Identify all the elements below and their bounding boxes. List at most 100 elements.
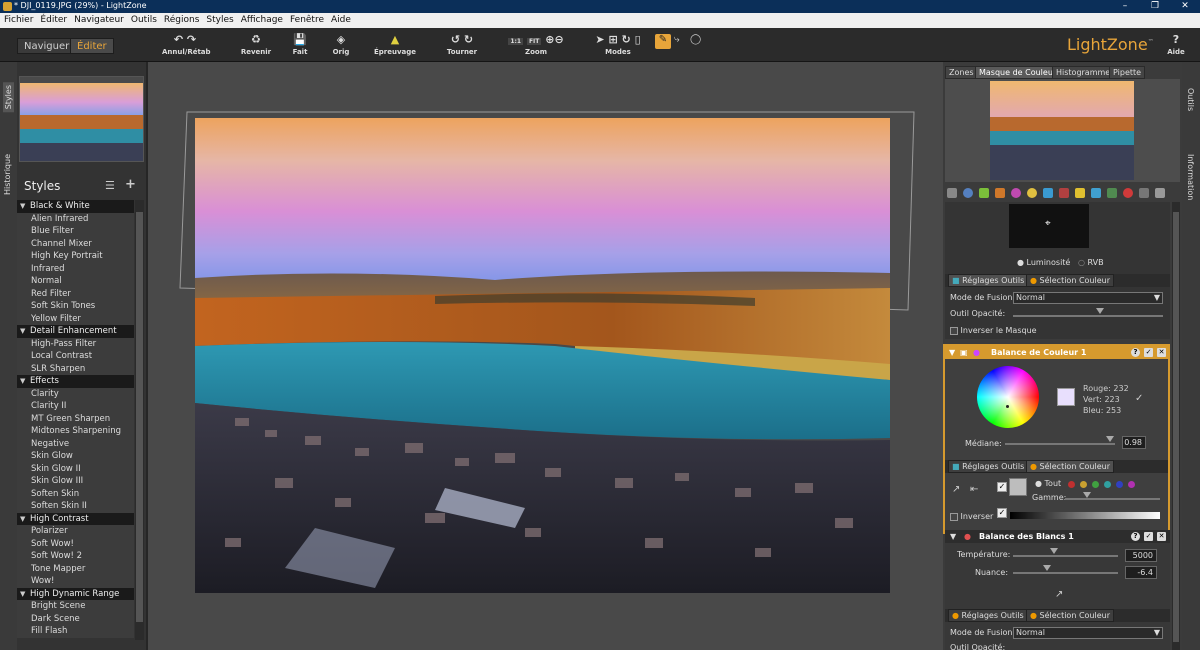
tint-value[interactable]: -6.4 [1125, 566, 1157, 579]
median-slider-knob[interactable] [1106, 436, 1114, 442]
style-item[interactable]: Infrared [17, 262, 134, 275]
tint-slider[interactable] [1013, 572, 1118, 574]
edit-mode-button[interactable]: Éditer [70, 38, 114, 54]
help-icon[interactable]: ? [1131, 348, 1140, 357]
style-item[interactable]: Midtones Sharpening [17, 425, 134, 438]
luminosity-radio[interactable]: ● [1017, 258, 1024, 267]
tab-color-selection[interactable]: ● Sélection Couleur [1026, 460, 1114, 473]
gamma-slider-knob[interactable] [1083, 492, 1091, 498]
tab-pipette[interactable]: Pipette [1109, 66, 1146, 79]
region-tool-icon[interactable]: ▯ [635, 33, 641, 46]
style-item[interactable]: Channel Mixer [17, 237, 134, 250]
blue-dot-icon[interactable] [1116, 481, 1123, 488]
undo-redo-button[interactable]: ↶ ↷ Annul/Rétab [162, 32, 211, 56]
freehand-region-icon[interactable]: ◯ [690, 34, 704, 49]
style-item[interactable]: Skin Glow [17, 450, 134, 463]
tool-noise-icon[interactable] [1107, 188, 1117, 198]
zoom-1-1-button[interactable]: 1:1 [508, 38, 524, 45]
minimize-button[interactable]: – [1110, 0, 1140, 13]
enable-checkbox[interactable]: ✓ [1144, 348, 1153, 357]
color-wheel[interactable] [977, 366, 1039, 428]
style-item[interactable]: Wow! [17, 575, 134, 588]
remove-tool-icon[interactable]: ✕ [1157, 348, 1166, 357]
style-group-header[interactable]: ▼ Black & White [17, 200, 134, 213]
tool-redeye-icon[interactable] [1123, 188, 1133, 198]
style-item[interactable]: Local Contrast [17, 350, 134, 363]
color-wheel-marker[interactable] [1006, 405, 1009, 408]
style-item[interactable]: Soft Skin Tones [17, 300, 134, 313]
tool-rgb-icon[interactable] [1059, 188, 1069, 198]
tool-triangle-icon[interactable] [979, 188, 989, 198]
rotate-tool-icon[interactable]: ↻ [622, 33, 631, 46]
tools-scrollbar[interactable] [1172, 202, 1180, 650]
style-item[interactable]: Blue Filter [17, 225, 134, 238]
tab-tool-settings[interactable]: ■ Réglages Outils [948, 274, 1029, 287]
tool-filter-icon[interactable] [1075, 188, 1085, 198]
luminosity-range-bar[interactable] [1010, 512, 1160, 519]
opacity-slider-knob[interactable] [1096, 308, 1104, 314]
done-button[interactable]: 💾 Fait [288, 32, 312, 56]
style-item[interactable]: MT Green Sharpen [17, 412, 134, 425]
luminosity-preview[interactable]: ⌖ [1009, 204, 1089, 248]
styles-scrollbar[interactable] [135, 200, 144, 640]
tab-color-selection[interactable]: ● Sélection Couleur [1026, 274, 1114, 287]
menu-fichier[interactable]: Fichier [0, 13, 36, 25]
zoom-fit-button[interactable]: FIT [526, 38, 542, 45]
menu-outils[interactable]: Outils [127, 13, 160, 25]
temperature-slider[interactable] [1013, 555, 1118, 557]
tab-tool-settings[interactable]: ■ Réglages Outils [948, 460, 1029, 473]
style-item[interactable]: Tone Mapper [17, 562, 134, 575]
edited-photo[interactable] [195, 118, 890, 593]
color-balance-header[interactable]: ▼ ▣ ● Balance de Couleur 1 ? ✓ ✕ [945, 346, 1168, 359]
style-group-header[interactable]: ▼ High Dynamic Range [17, 587, 134, 600]
style-group-header[interactable]: ▼ Detail Enhancement [17, 325, 134, 338]
help-icon[interactable]: ? [1131, 532, 1140, 541]
style-item[interactable]: High Key Portrait [17, 250, 134, 263]
blend-mode-select[interactable]: Normal ▼ [1013, 292, 1163, 304]
image-canvas[interactable] [148, 62, 943, 650]
menu-editer[interactable]: Éditer [36, 13, 70, 25]
style-item[interactable]: Skin Glow III [17, 475, 134, 488]
temperature-slider-knob[interactable] [1050, 548, 1058, 554]
tool-tone-icon[interactable] [995, 188, 1005, 198]
cyan-dot-icon[interactable] [1104, 481, 1111, 488]
style-item[interactable]: Polarizer [17, 525, 134, 538]
tool-channel-icon[interactable] [1043, 188, 1053, 198]
tab-color-selection[interactable]: ● Sélection Couleur [1026, 609, 1114, 622]
rotate-button[interactable]: ↺ ↻ Tourner [442, 32, 482, 56]
style-item[interactable]: Normal [17, 275, 134, 288]
zoom-out-icon[interactable]: ⊖ [554, 33, 563, 46]
yellow-dot-icon[interactable] [1080, 481, 1087, 488]
style-item[interactable]: High-Pass Filter [17, 337, 134, 350]
close-window-button[interactable]: ✕ [1170, 0, 1200, 13]
style-item[interactable]: Negative [17, 437, 134, 450]
luminosity-checkbox[interactable]: ✓ [997, 508, 1007, 518]
style-item[interactable]: Soft Wow! 2 [17, 550, 134, 563]
eyedropper-icon[interactable]: ↗ [1055, 589, 1063, 600]
opacity-slider[interactable] [1013, 315, 1163, 317]
collapse-icon[interactable]: ▼ [950, 530, 956, 543]
style-item[interactable]: Red Filter [17, 287, 134, 300]
style-item[interactable]: Skin Glow II [17, 462, 134, 475]
median-value[interactable]: 0.98 [1122, 436, 1146, 449]
rgb-radio[interactable]: ○ [1078, 258, 1085, 267]
tint-slider-knob[interactable] [1043, 565, 1051, 571]
tab-zones[interactable]: Zones [945, 66, 978, 79]
style-group-header[interactable]: ▼ Effects [17, 375, 134, 388]
gamma-slider[interactable] [1065, 498, 1160, 500]
red-dot-icon[interactable] [1068, 481, 1075, 488]
enable-checkbox[interactable]: ✓ [1144, 532, 1153, 541]
spline-region-icon[interactable]: ⤷ [674, 34, 688, 49]
style-group-header[interactable]: ▼ High Contrast [17, 512, 134, 525]
add-style-icon[interactable]: + [125, 177, 136, 192]
eyedropper-icon[interactable]: ✓ [1135, 393, 1143, 404]
tab-information[interactable]: Information [1186, 154, 1195, 200]
tool-color-wheel-icon[interactable] [1011, 188, 1021, 198]
magenta-dot-icon[interactable] [1128, 481, 1135, 488]
tab-history[interactable]: Historique [3, 154, 12, 195]
style-item[interactable]: Soften Skin II [17, 500, 134, 513]
style-item[interactable]: Fill Flash [17, 625, 134, 638]
tab-tools[interactable]: Outils [1186, 88, 1195, 111]
menu-styles[interactable]: Styles [202, 13, 236, 25]
list-view-icon[interactable]: ☰ [105, 179, 115, 192]
